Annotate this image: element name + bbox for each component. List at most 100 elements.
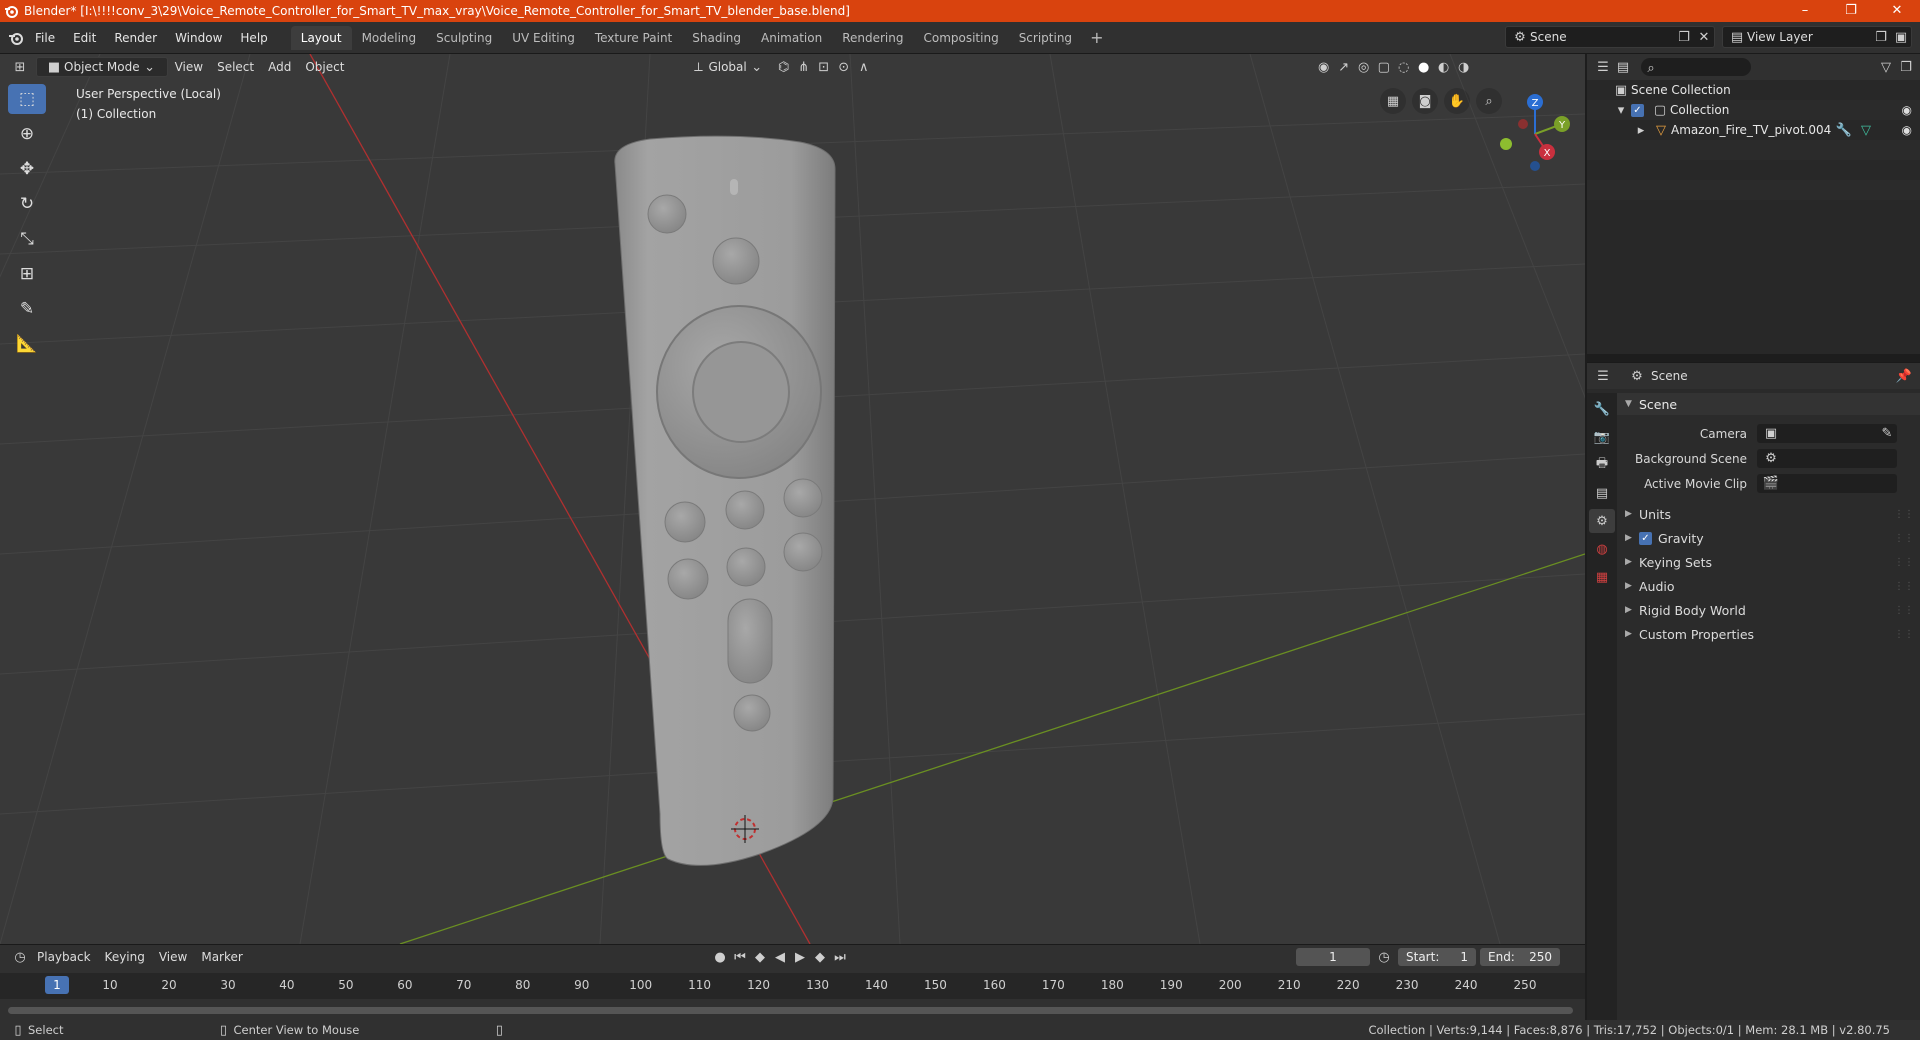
viewport-menu-object[interactable]: Object	[298, 57, 351, 77]
new-collection-icon[interactable]: ❐	[1896, 57, 1916, 77]
rigid-body-world-subpanel[interactable]: ▶ Rigid Body World ⋮⋮	[1617, 598, 1920, 622]
prev-keyframe-icon[interactable]: ◆	[750, 947, 770, 967]
play-icon[interactable]: ▶	[790, 947, 810, 967]
maximize-button[interactable]: ❐	[1828, 0, 1874, 22]
overlay-icon[interactable]: ◎	[1354, 57, 1374, 77]
remote-model[interactable]	[614, 135, 836, 866]
tab-modeling[interactable]: Modeling	[352, 26, 427, 50]
tab-compositing[interactable]: Compositing	[913, 26, 1008, 50]
snap-target-icon[interactable]: ⊡	[814, 57, 834, 77]
editor-type-icon[interactable]: ⊞	[10, 57, 30, 77]
gizmo-toggle-icon[interactable]: ↗	[1334, 57, 1354, 77]
new-scene-icon[interactable]: ❐	[1674, 27, 1694, 47]
tab-shading[interactable]: Shading	[682, 26, 751, 50]
units-subpanel[interactable]: ▶ Units ⋮⋮	[1617, 502, 1920, 526]
rotate-tool-icon[interactable]: ↻	[8, 189, 46, 219]
view-layer-selector[interactable]: ▤ View Layer ❐ ▣	[1722, 26, 1912, 48]
audio-subpanel[interactable]: ▶ Audio ⋮⋮	[1617, 574, 1920, 598]
eye-icon[interactable]: ◉	[1902, 103, 1912, 117]
outliner-row-scene-collection[interactable]: ▣ Scene Collection	[1587, 80, 1920, 100]
delete-view-layer-icon[interactable]: ▣	[1891, 27, 1911, 47]
custom-properties-subpanel[interactable]: ▶ Custom Properties ⋮⋮	[1617, 622, 1920, 646]
visibility-icon[interactable]: ◉	[1314, 57, 1334, 77]
active-movie-clip-field[interactable]: 🎬	[1757, 474, 1897, 493]
next-keyframe-icon[interactable]: ◆	[810, 947, 830, 967]
close-button[interactable]: ✕	[1874, 0, 1920, 22]
tab-animation[interactable]: Animation	[751, 26, 832, 50]
timeline-menu-playback[interactable]: Playback	[30, 947, 98, 967]
menu-help[interactable]: Help	[231, 31, 276, 45]
tab-layout[interactable]: Layout	[290, 25, 352, 50]
properties-editor-type-icon[interactable]: ☰	[1593, 366, 1613, 386]
wireframe-shading-icon[interactable]: ◌	[1394, 57, 1414, 77]
scene-panel-header[interactable]: ▼ Scene	[1617, 393, 1920, 415]
keying-sets-subpanel[interactable]: ▶ Keying Sets ⋮⋮	[1617, 550, 1920, 574]
scene-tab-icon[interactable]: ⚙	[1589, 509, 1615, 533]
timeline-menu-view[interactable]: View	[152, 947, 194, 967]
solid-shading-icon[interactable]: ●	[1414, 57, 1434, 77]
frame-ruler[interactable]: 1 10 20 30 40 50 60 70 80 90 100 110 120 130 140 150 160…	[0, 973, 1585, 999]
move-tool-icon[interactable]: ✥	[8, 154, 46, 184]
xray-icon[interactable]: ▢	[1374, 57, 1394, 77]
rendered-shading-icon[interactable]: ◑	[1454, 57, 1474, 77]
menu-window[interactable]: Window	[166, 31, 231, 45]
tab-sculpting[interactable]: Sculpting	[426, 26, 502, 50]
clock-icon[interactable]: ◷	[1374, 947, 1394, 967]
navigation-gizmo[interactable]: Z Y X	[1490, 84, 1580, 184]
object-mode-dropdown[interactable]: ■ Object Mode ⌄	[36, 57, 168, 77]
drag-handle-icon[interactable]: ⋮⋮	[1894, 581, 1914, 592]
select-box-tool-icon[interactable]: ⬚	[8, 84, 46, 114]
new-view-layer-icon[interactable]: ❐	[1871, 27, 1891, 47]
display-mode-icon[interactable]: ▤	[1613, 57, 1633, 77]
transform-tool-icon[interactable]: ⊞	[8, 259, 46, 289]
render-tab-icon[interactable]: 📷	[1589, 425, 1615, 449]
neg-z-axis-icon[interactable]	[1530, 161, 1540, 171]
jump-end-icon[interactable]: ⏭	[830, 947, 850, 967]
viewport-menu-add[interactable]: Add	[261, 57, 298, 77]
timeline-menu-marker[interactable]: Marker	[194, 947, 249, 967]
gravity-subpanel[interactable]: ▶ ✓ Gravity ⋮⋮	[1617, 526, 1920, 550]
output-tab-icon[interactable]: 🖶	[1589, 453, 1615, 477]
neg-y-axis-icon[interactable]	[1500, 138, 1512, 150]
start-frame-field[interactable]: Start: 1	[1398, 948, 1476, 966]
minimize-button[interactable]: –	[1782, 0, 1828, 22]
mesh-data-icon[interactable]: ▽	[1856, 120, 1876, 140]
pivot-icon[interactable]: ⌬	[774, 57, 794, 77]
snap-icon[interactable]: ⋔	[794, 57, 814, 77]
eyedropper-icon[interactable]: ✎	[1877, 424, 1897, 444]
3d-viewport[interactable]: ⊞ ■ Object Mode ⌄ View Select Add Object…	[0, 54, 1585, 944]
tab-uv-editing[interactable]: UV Editing	[502, 26, 585, 50]
world-tab-icon[interactable]: ◍	[1589, 537, 1615, 561]
drag-handle-icon[interactable]: ⋮⋮	[1894, 605, 1914, 616]
current-frame-field[interactable]: 1	[1296, 948, 1370, 966]
grid-view-icon[interactable]: ▦	[1380, 88, 1406, 114]
pin-icon[interactable]: 📌	[1894, 366, 1914, 386]
outliner-row-collection[interactable]: ▾ ✓ ▢ Collection ◉	[1587, 100, 1920, 120]
tab-texture-paint[interactable]: Texture Paint	[585, 26, 682, 50]
camera-field[interactable]: ▣ ✎	[1757, 424, 1897, 443]
drag-handle-icon[interactable]: ⋮⋮	[1894, 533, 1914, 544]
outliner-search-input[interactable]: ⌕	[1641, 58, 1751, 76]
camera-view-icon[interactable]: ◙	[1412, 88, 1438, 114]
texture-tab-icon[interactable]: ▦	[1589, 565, 1615, 589]
drag-handle-icon[interactable]: ⋮⋮	[1894, 509, 1914, 520]
modifier-wrench-icon[interactable]: 🔧	[1834, 120, 1854, 140]
scene-selector[interactable]: ⚙ Scene ❐ ✕	[1505, 26, 1715, 48]
neg-x-axis-icon[interactable]	[1518, 119, 1528, 129]
pan-hand-icon[interactable]: ✋	[1444, 88, 1470, 114]
tab-scripting[interactable]: Scripting	[1009, 26, 1082, 50]
tab-rendering[interactable]: Rendering	[832, 26, 913, 50]
eye-icon[interactable]: ◉	[1902, 123, 1912, 137]
current-frame-marker[interactable]: 1	[45, 976, 69, 994]
collection-exclude-checkbox[interactable]: ✓	[1631, 103, 1644, 117]
end-frame-field[interactable]: End: 250	[1480, 948, 1560, 966]
expand-arrow-icon[interactable]: ▾	[1611, 100, 1631, 120]
outliner-editor-type-icon[interactable]: ☰	[1593, 57, 1613, 77]
outliner-row-object[interactable]: ▸ ▽ Amazon_Fire_TV_pivot.004 🔧 ▽ ◉	[1587, 120, 1920, 140]
transform-orientation-dropdown[interactable]: ⟂ Global ⌄	[681, 57, 773, 77]
viewport-menu-select[interactable]: Select	[210, 57, 261, 77]
menu-render[interactable]: Render	[105, 31, 166, 45]
blender-menu-icon[interactable]	[6, 28, 26, 48]
falloff-icon[interactable]: ∧	[854, 57, 874, 77]
delete-scene-icon[interactable]: ✕	[1694, 27, 1714, 47]
